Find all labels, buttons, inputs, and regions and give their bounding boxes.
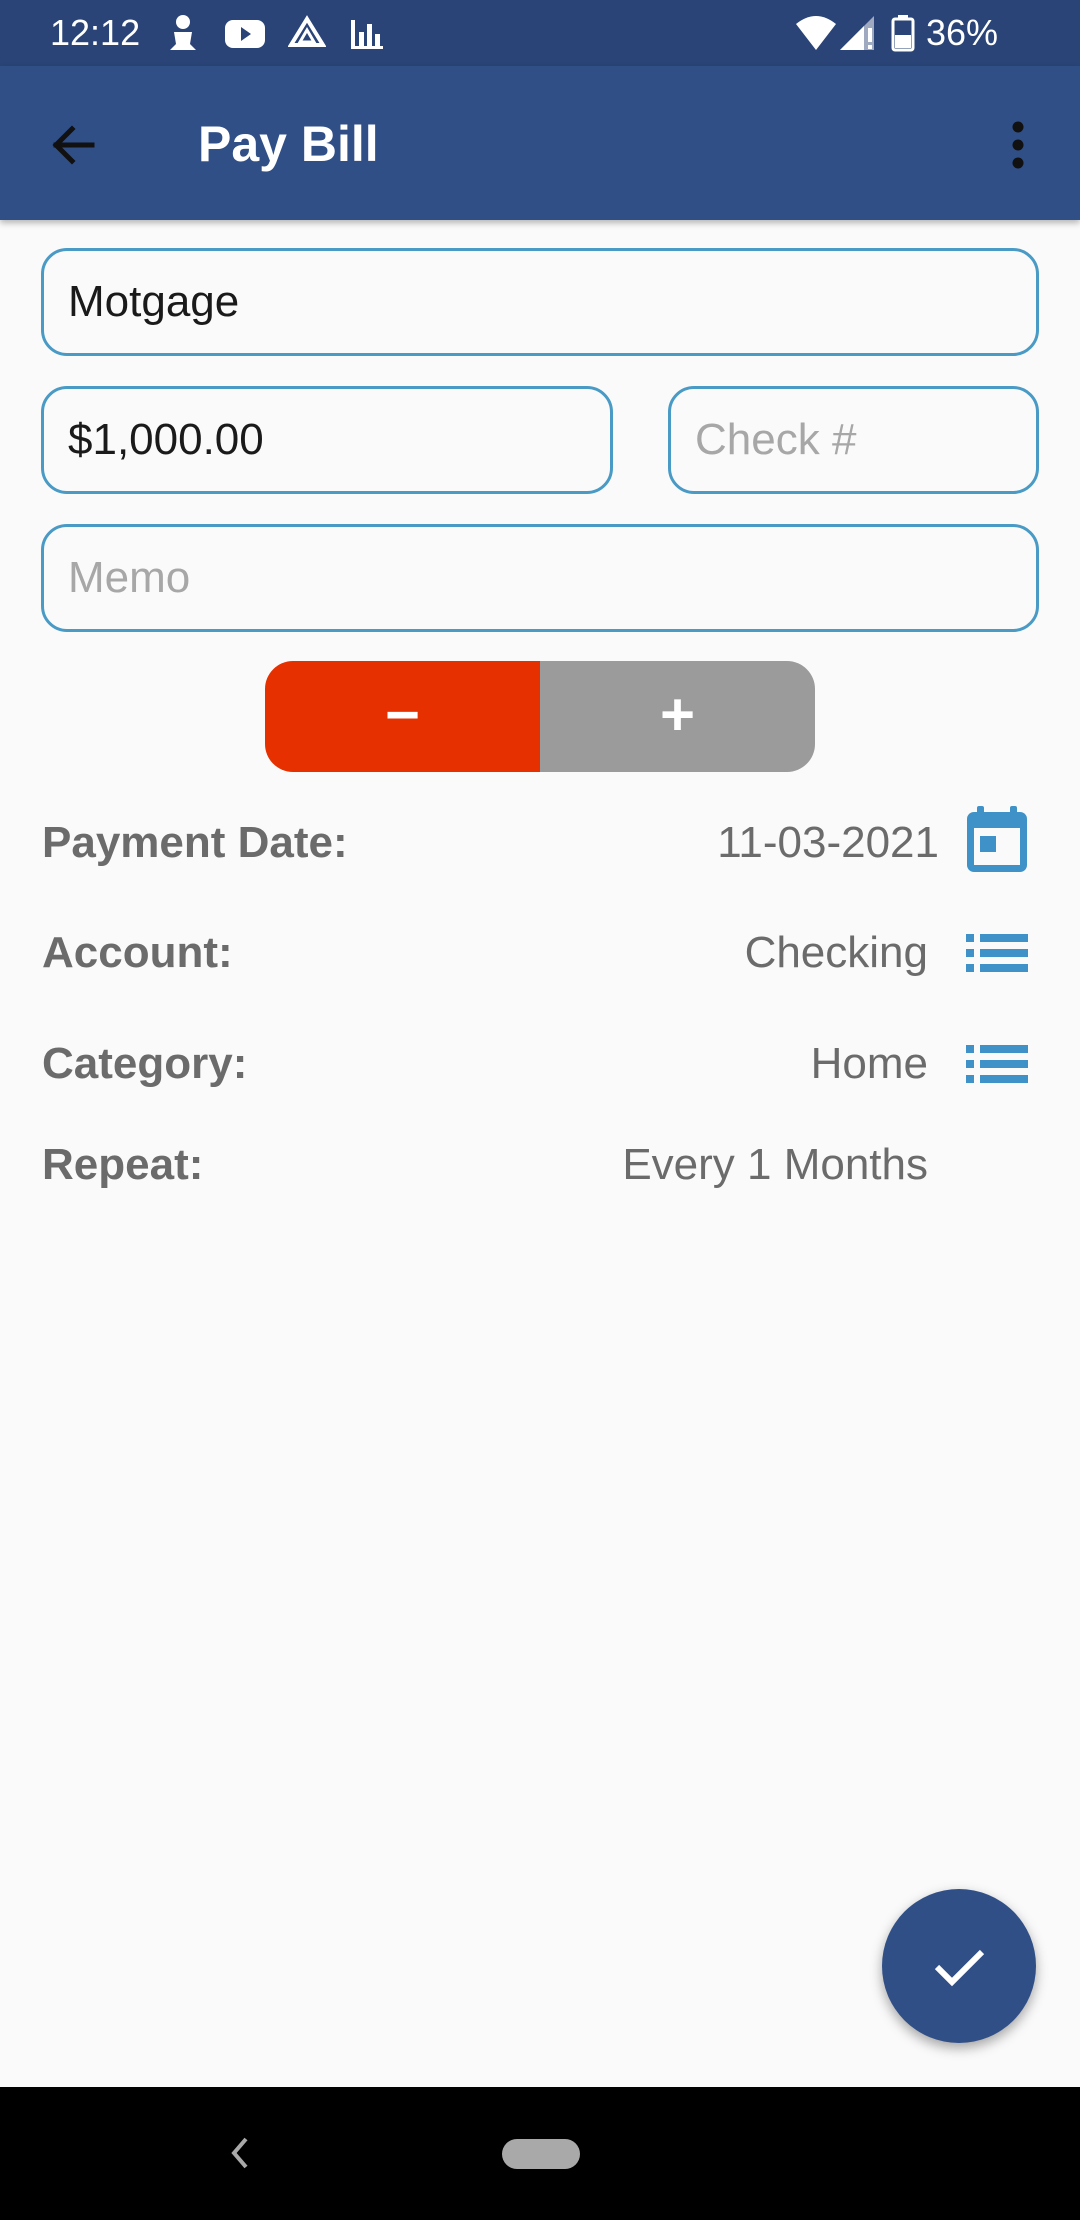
status-time: 12:12 (50, 12, 141, 53)
nav-back-icon[interactable] (224, 2127, 254, 2179)
memo-field[interactable]: Memo (41, 524, 1039, 632)
check-number-field[interactable]: Check # (668, 386, 1039, 494)
category-value[interactable]: Home (811, 1038, 928, 1090)
arrow-back-icon[interactable] (40, 110, 110, 180)
amount-field[interactable]: $1,000.00 (41, 386, 613, 494)
app-bar: Pay Bill (0, 66, 1080, 220)
person-icon (168, 14, 198, 57)
category-list-icon[interactable] (964, 1029, 1030, 1099)
nav-home-pill[interactable] (502, 2139, 580, 2169)
calendar-icon[interactable] (964, 804, 1030, 874)
youtube-icon (224, 14, 266, 57)
plus-icon: + (659, 681, 696, 748)
battery-icon (890, 14, 916, 57)
wifi-icon (794, 14, 838, 57)
minus-toggle-button[interactable]: − (265, 661, 540, 772)
account-list-icon[interactable] (964, 918, 1030, 988)
more-vert-icon[interactable] (990, 110, 1046, 180)
repeat-label: Repeat: (42, 1140, 204, 1189)
check-icon (934, 1949, 985, 1987)
plus-toggle-button[interactable]: + (540, 661, 815, 772)
payee-field[interactable]: Motgage (41, 248, 1039, 356)
account-value[interactable]: Checking (745, 927, 928, 979)
status-bar: 12:12 36% (0, 0, 1080, 66)
payment-date-value[interactable]: 11-03-2021 (717, 817, 939, 869)
drive-icon (287, 14, 327, 57)
payment-date-label: Payment Date: (42, 818, 348, 867)
minus-icon: − (384, 681, 421, 748)
repeat-value[interactable]: Every 1 Months (622, 1139, 928, 1191)
signal-icon (838, 14, 878, 57)
battery-percent: 36% (926, 12, 999, 53)
save-fab-button[interactable] (882, 1889, 1036, 2043)
category-label: Category: (42, 1039, 248, 1088)
page-title: Pay Bill (198, 116, 379, 172)
chart-icon (348, 14, 386, 57)
account-label: Account: (42, 928, 233, 977)
